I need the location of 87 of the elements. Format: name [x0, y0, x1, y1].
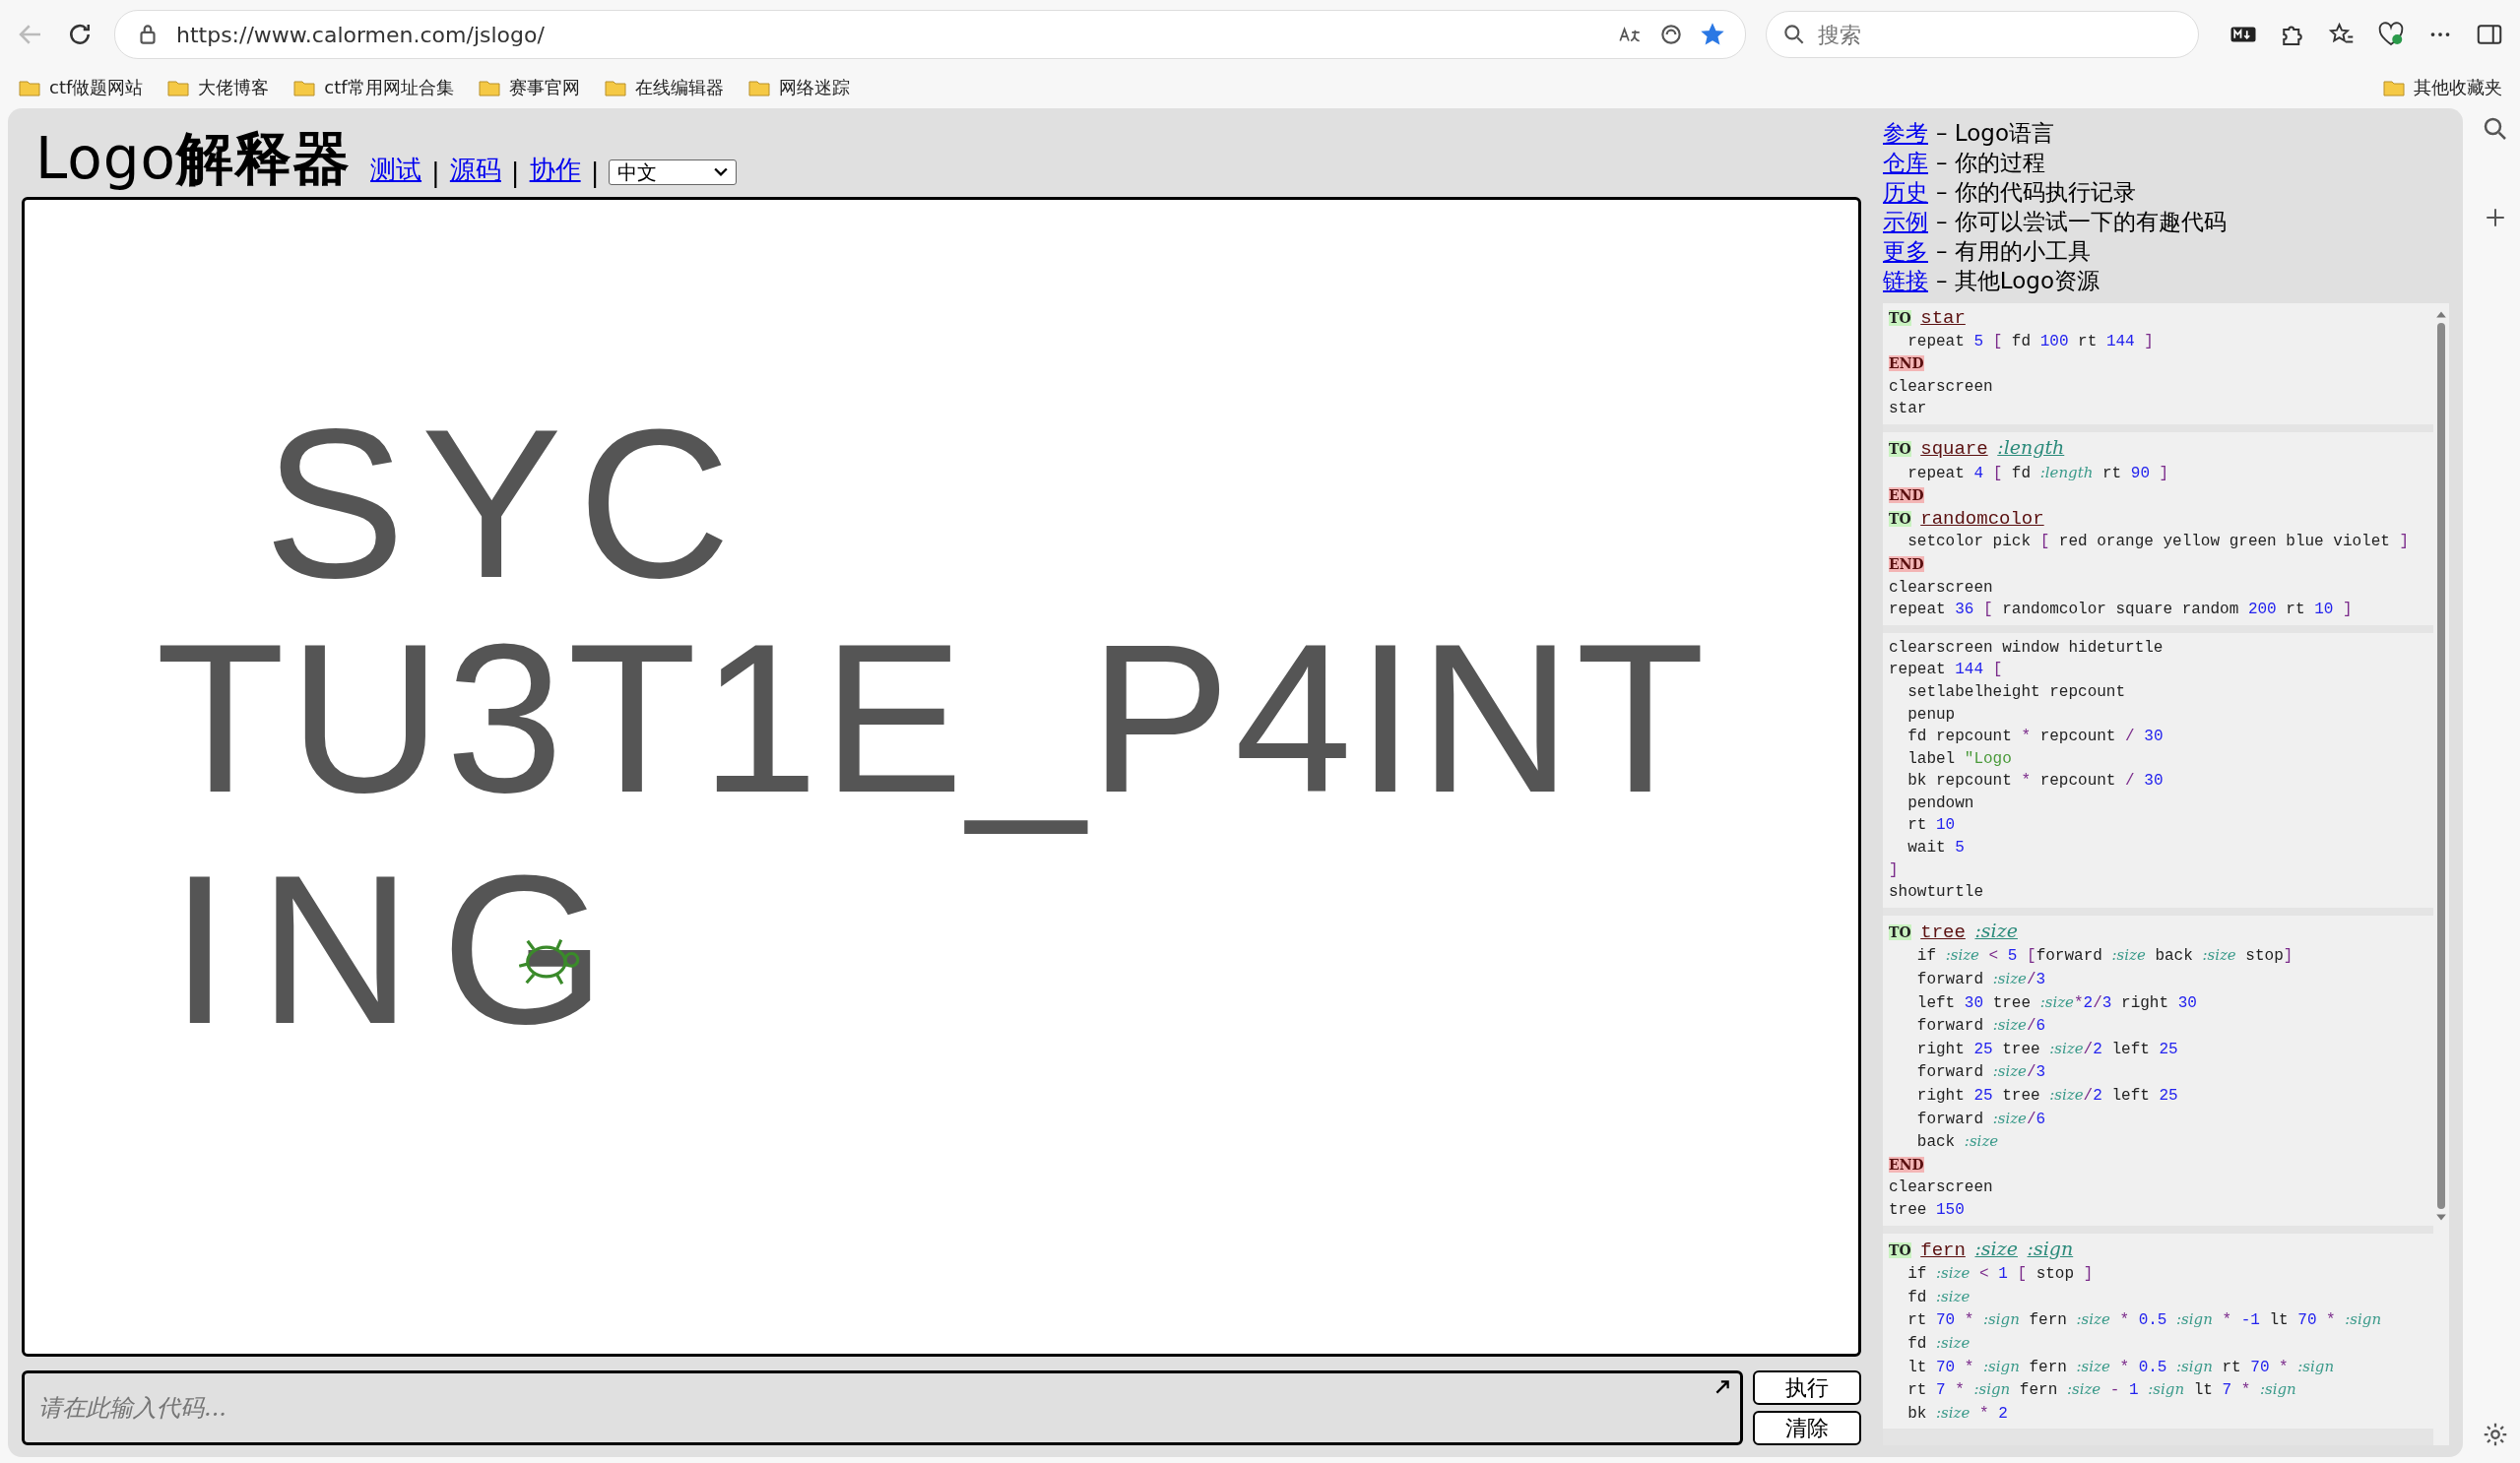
- expand-arrow-icon[interactable]: [1713, 1378, 1731, 1396]
- bookmark-item[interactable]: ctf做题网站: [49, 76, 144, 99]
- code-line: clearscreen: [1889, 376, 1994, 398]
- action-button[interactable]: 清除: [1753, 1411, 1861, 1445]
- code-line: label "Logo: [1906, 748, 2013, 770]
- nav-link[interactable]: 协作: [529, 153, 581, 187]
- reference-description: – 其他Logo资源: [1936, 267, 2100, 295]
- code-line: right 25 tree :size/2 left 25: [1915, 1085, 2179, 1107]
- code-line: rt 10: [1906, 815, 1957, 837]
- code-line: setlabelheight repcount: [1906, 681, 2127, 703]
- reference-description: – 你可以尝试一下的有趣代码: [1936, 208, 2227, 236]
- reference-description: – 你的过程: [1936, 149, 2045, 177]
- favorite-star-icon[interactable]: [1700, 22, 1725, 47]
- separator-text: |: [590, 158, 600, 187]
- code-line: rt 70 * :sign fern :size * 0.5 :sign * -1 lt 70 * :sign: [1906, 1309, 2383, 1332]
- code-line: bk repcount * repcount / 30: [1906, 771, 2165, 793]
- code-line: right 25 tree :size/2 left 25: [1915, 1038, 2179, 1060]
- scrollbar-thumb[interactable]: [2437, 323, 2445, 1209]
- code-line: left 30 tree :size*2/3 right 30: [1915, 991, 2198, 1014]
- reference-link[interactable]: 更多: [1883, 236, 1928, 266]
- caret-icon: [714, 167, 729, 177]
- code-line: star: [1889, 399, 1928, 420]
- refresh-circle-icon[interactable]: [1658, 22, 1684, 47]
- bookmark-item[interactable]: 在线编辑器: [634, 76, 724, 99]
- code-line: showturtle: [1889, 882, 1984, 904]
- example-code-block[interactable]: [1883, 915, 2433, 1226]
- code-line: repeat 36 [ randomcolor square random 200 rt 10 ]: [1889, 600, 2354, 621]
- bookmark-item[interactable]: ctf常用网址合集: [324, 76, 454, 99]
- code-line: back :size: [1915, 1131, 2000, 1154]
- bookmark-item[interactable]: 网络迷踪: [778, 76, 850, 99]
- bookmark-item[interactable]: 大佬博客: [198, 76, 270, 99]
- bookmark-item[interactable]: 其他收藏夹: [2414, 76, 2502, 99]
- example-code-block[interactable]: clearscreen window hideturtle repeat 144 [ setlabelheight repcount penup fd repcount * repcount / 30 label "Logo bk repcount * repcount / 30 pendown rt 10 wait 5 ] showturtle: [1883, 632, 2433, 908]
- code-line: forward :size/3: [1915, 969, 2047, 991]
- code-line: penup: [1906, 704, 1957, 726]
- code-line: TO square :length: [1889, 435, 2066, 462]
- url-text: https://www.calormen.com/jslogo/: [176, 22, 545, 47]
- reference-description: – Logo语言: [1936, 119, 2054, 148]
- code-line: repeat 144 [: [1889, 660, 2004, 681]
- bookmark-item[interactable]: 赛事官网: [508, 76, 580, 99]
- code-line: clearscreen: [1889, 577, 1994, 599]
- nav-link[interactable]: 源码: [449, 153, 501, 187]
- action-button[interactable]: 执行: [1753, 1370, 1861, 1405]
- reference-link[interactable]: 链接: [1883, 266, 1928, 295]
- language-select[interactable]: 中文: [609, 159, 738, 185]
- code-line: ]: [1889, 859, 1900, 881]
- reference-link[interactable]: 参考: [1883, 118, 1928, 148]
- reference-description: – 你的代码执行记录: [1936, 178, 2136, 207]
- example-code-block[interactable]: [1883, 1233, 2433, 1430]
- scroll-down-icon[interactable]: [2435, 1213, 2447, 1223]
- code-line: TO tree :size: [1889, 919, 2019, 945]
- code-input-field[interactable]: 请在此输入代码...: [22, 1370, 1743, 1445]
- code-line: repeat 5 [ fd 100 rt 144 ]: [1906, 331, 2155, 352]
- code-line: fd :size: [1906, 1286, 1971, 1308]
- code-line: fd :size: [1906, 1332, 1971, 1355]
- code-line: repeat 4 [ fd :length rt 90 ]: [1906, 462, 2170, 484]
- scrollbar[interactable]: [2433, 303, 2449, 1445]
- code-line: TO star: [1889, 307, 1967, 331]
- example-code-block[interactable]: TO square :length repeat 4 [ fd :length rt 90 ] END TO randomcolor setcolor pick [ red orange yellow green blue violet ] END clearscreen repeat 36 [ randomcolor square random 200 rt 10 ]: [1883, 431, 2433, 625]
- code-line: fd repcount * repcount / 30: [1906, 727, 2165, 748]
- code-line: if :size < 1 [ stop ]: [1906, 1263, 2095, 1286]
- code-line: TO randomcolor: [1889, 507, 2045, 532]
- code-line: forward :size/3: [1915, 1061, 2047, 1084]
- separator-text: |: [431, 158, 440, 187]
- example-code-block[interactable]: TO star repeat 5 [ fd 100 rt 144 ] END clearscreen star: [1883, 303, 2433, 424]
- code-line: bk :size * 2: [1906, 1402, 2009, 1425]
- code-line: wait 5: [1906, 838, 1966, 859]
- nav-link[interactable]: 测试: [370, 153, 422, 187]
- reference-link[interactable]: 示例: [1883, 207, 1928, 236]
- code-line: forward :size/6: [1915, 1015, 2047, 1038]
- code-line: forward :size/6: [1915, 1108, 2047, 1130]
- search-field[interactable]: 搜索: [1766, 11, 2199, 58]
- address-bar[interactable]: https://www.calormen.com/jslogo/: [114, 10, 1746, 59]
- code-line: setcolor pick [ red orange yellow green blue violet ]: [1906, 532, 2411, 553]
- reference-link[interactable]: 仓库: [1883, 148, 1928, 177]
- code-line: lt 70 * :sign fern :size * 0.5 :sign rt 70 * :sign: [1906, 1356, 2336, 1378]
- scroll-up-icon[interactable]: [2435, 309, 2447, 319]
- code-line: TO fern :size :sign: [1889, 1237, 2075, 1263]
- code-line: tree 150: [1889, 1199, 1966, 1221]
- code-line: clearscreen: [1889, 1177, 1994, 1199]
- reference-description: – 有用的小工具: [1936, 237, 2091, 266]
- code-line: pendown: [1906, 793, 1975, 814]
- code-line: if :size < 5 [forward :size back :size stop]: [1915, 945, 2294, 968]
- separator-text: |: [510, 158, 520, 187]
- reference-link[interactable]: 历史: [1883, 177, 1928, 207]
- code-line: clearscreen window hideturtle: [1889, 637, 2165, 659]
- code-line: rt 7 * :sign fern :size - 1 :sign lt 7 * :sign: [1906, 1379, 2297, 1402]
